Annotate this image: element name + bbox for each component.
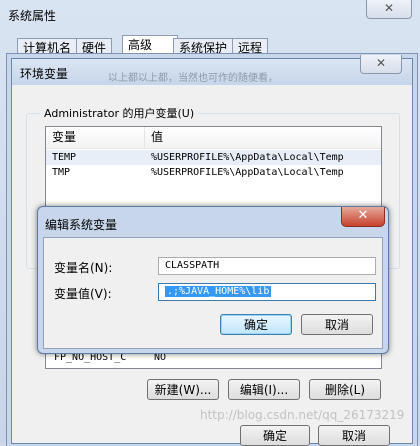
- user-variables-label: Administrator 的用户变量(U): [40, 105, 199, 121]
- variable-value-field[interactable]: .;%JAVA_HOME%\lib: [158, 283, 376, 301]
- var-name-cell: TEMP: [52, 152, 77, 163]
- close-icon[interactable]: ✕: [366, 0, 412, 19]
- var-value-cell: %USERPROFILE%\AppData\Local\Temp: [151, 152, 344, 163]
- tab-remote[interactable]: 远程: [232, 38, 269, 58]
- variable-name-label: 变量名(N):: [54, 261, 113, 275]
- variable-value-label: 变量值(V):: [54, 287, 112, 301]
- table-row[interactable]: TEMP %USERPROFILE%\AppData\Local\Temp: [46, 150, 381, 165]
- watermark: http://blog.csdn.net/qq_26173219: [200, 408, 405, 422]
- column-header-value[interactable]: 值: [145, 127, 381, 149]
- window-title: 环境变量: [20, 67, 69, 81]
- tab-advanced[interactable]: 高级: [122, 35, 178, 59]
- close-icon[interactable]: ✕: [341, 207, 385, 227]
- window-title: 系统属性: [8, 9, 57, 23]
- tab-system-protection[interactable]: 系统保护: [173, 38, 234, 58]
- tab-hardware[interactable]: 硬件: [76, 38, 113, 58]
- cancel-button[interactable]: 取消: [301, 314, 373, 335]
- new-button[interactable]: 新建(W)...: [147, 379, 219, 400]
- variable-value-text: .;%JAVA_HOME%\lib: [165, 286, 272, 297]
- column-header-name[interactable]: 变量: [46, 127, 145, 149]
- edit-system-variable-dialog: 编辑系统变量 ✕ 变量名(N): CLASSPATH 变量值(V): .;%JA…: [37, 206, 389, 354]
- var-name-cell: TMP: [52, 167, 71, 178]
- ok-button[interactable]: 确定: [220, 314, 292, 335]
- variable-name-field[interactable]: CLASSPATH: [158, 257, 376, 275]
- var-value-cell: %USERPROFILE%\AppData\Local\Temp: [151, 167, 344, 178]
- table-row[interactable]: TMP %USERPROFILE%\AppData\Local\Temp: [46, 165, 381, 180]
- edit-button[interactable]: 编辑(I)...: [228, 379, 300, 400]
- background-ghost-text: 以上都以上都，当然也可作的随便看，: [108, 73, 278, 84]
- close-icon[interactable]: ✕: [360, 55, 402, 74]
- delete-button[interactable]: 删除(L): [309, 379, 381, 400]
- env-ok-button[interactable]: 确定: [240, 425, 310, 446]
- dialog-body: 变量名(N): CLASSPATH 变量值(V): .;%JAVA_HOME%\…: [43, 237, 383, 349]
- env-cancel-button[interactable]: 取消: [318, 425, 390, 446]
- dialog-title: 编辑系统变量: [45, 218, 118, 232]
- tab-computer-name[interactable]: 计算机名: [17, 38, 78, 58]
